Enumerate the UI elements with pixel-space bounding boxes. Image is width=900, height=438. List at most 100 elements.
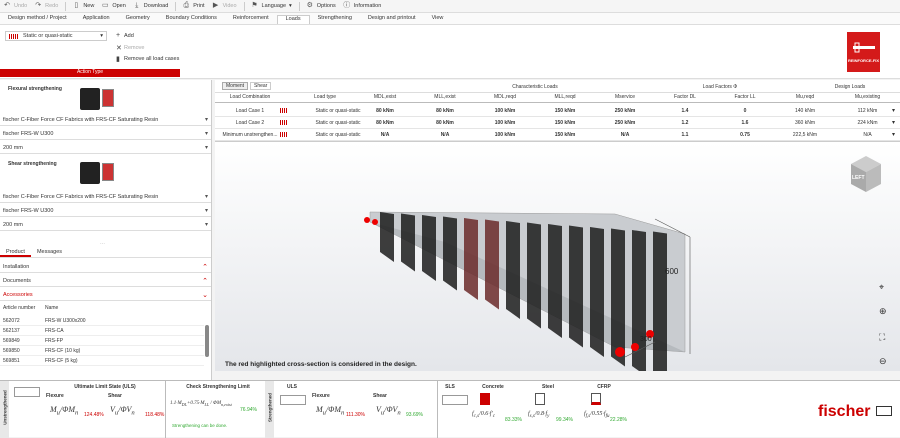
cell-combo: Load Case 1 <box>235 108 265 114</box>
table-row[interactable]: 562072 FRS-W U300x200 <box>0 316 204 326</box>
cfrp-wrap <box>527 222 541 329</box>
chevron-down-icon: ▾ <box>204 208 208 214</box>
tab-design-printout[interactable]: Design and printout <box>360 15 424 24</box>
accessories-section[interactable]: Accessories ⌄ <box>0 289 211 301</box>
fischer-logo: fischer <box>818 403 871 420</box>
gear-icon: ⚙ <box>306 2 313 9</box>
chevron-down-icon: ▾ <box>289 3 292 9</box>
left-panel: Flexural strengthening fischer C-Fiber F… <box>0 80 212 380</box>
table-row[interactable]: 569849 FRS-FP <box>0 336 204 346</box>
tab-design-method[interactable]: Design method / Project <box>0 15 75 24</box>
cell-mue: 112 kNm <box>857 108 878 114</box>
information-button[interactable]: ⓘ Information <box>343 2 381 10</box>
remove-button[interactable]: ✕ Remove <box>116 43 144 52</box>
col-article-header: Article number <box>3 305 36 311</box>
steel-section-icon <box>535 393 545 405</box>
cfrp-wrap <box>422 215 436 281</box>
flexure-label-s: Flexure <box>312 393 330 399</box>
tab-product[interactable]: Product <box>0 246 31 257</box>
open-button[interactable]: ▭ Open <box>101 2 126 10</box>
shear-formula: Vu/ΦVn <box>110 405 135 417</box>
tab-boundary-conditions[interactable]: Boundary Conditions <box>158 15 225 24</box>
u-shear-pct: 118.48% <box>145 412 165 418</box>
chevron-down-icon: ▾ <box>892 120 896 126</box>
trash-icon: ▮ <box>116 55 120 63</box>
tab-application[interactable]: Application <box>75 15 118 24</box>
options-button[interactable]: ⚙ Options <box>306 2 336 10</box>
table-row[interactable]: 569850 FRS-CF (10 kg) <box>0 346 204 356</box>
cell-mur: 360 kNm <box>794 120 815 126</box>
table-row[interactable]: Load Case 2 Static or quasi-static 80 kNm 8… <box>215 117 900 129</box>
strengthened-strip: Strengthened <box>265 381 274 438</box>
cell-mdle: 80 kNm <box>376 120 394 126</box>
cfrp-wrap <box>464 218 478 300</box>
info-icon: ⓘ <box>343 2 351 9</box>
steel-pct: 99.34% <box>556 417 573 423</box>
tab-geometry[interactable]: Geometry <box>118 15 158 24</box>
cell-type: Static or quasi-static <box>315 132 361 138</box>
view-cube[interactable]: LEFT <box>847 152 885 196</box>
folder-icon: ▭ <box>102 2 109 9</box>
zoom-in-icon[interactable]: ⊕ <box>879 306 887 317</box>
remove-all-button[interactable]: ▮ Remove all load cases <box>116 54 179 63</box>
tab-loads[interactable]: Loads <box>276 15 310 24</box>
tab-view[interactable]: View <box>424 15 452 24</box>
flexural-type-select[interactable]: fischer FRS-W U300 ▾ <box>0 128 211 140</box>
cell-fdl: 1.1 <box>681 132 689 138</box>
language-button[interactable]: ⚑ Language ▾ <box>251 2 292 10</box>
3d-viewer[interactable]: 600 300 LEFT ⌖ ⊕ ⛶ ⊖ The red highlighted… <box>215 142 900 371</box>
fit-view-icon[interactable]: ⌖ <box>879 282 884 293</box>
table-row[interactable]: Minimum unstrengthen... Static or quasi-s… <box>215 129 900 141</box>
fullscreen-icon[interactable]: ⛶ <box>879 332 885 343</box>
shear-width-select[interactable]: 200 mm ▾ <box>0 219 211 231</box>
check-formula: 1.1·MDL+0.75·MLL / ΦMn,exist <box>170 401 232 407</box>
tab-messages[interactable]: Messages <box>31 246 68 257</box>
cfrp-wrap <box>401 213 415 272</box>
chevron-down-icon: ▾ <box>204 222 208 228</box>
add-button[interactable]: + Add <box>116 31 134 40</box>
table-row[interactable]: 562137 FRS-CA <box>0 326 204 336</box>
tab-strengthening[interactable]: Strengthening <box>310 15 360 24</box>
installation-section[interactable]: Installation ⌃ <box>0 261 211 273</box>
zoom-out-icon[interactable]: ⊖ <box>879 356 887 367</box>
tab-shear-loads[interactable]: Shear <box>250 82 272 90</box>
shear-formula-s: Vu/ΦVn <box>376 405 401 417</box>
new-button[interactable]: ▯ New <box>72 2 94 10</box>
fabric-roll-image <box>80 88 100 110</box>
table-row[interactable]: 569851 FRS-CF (5 kg) <box>0 356 204 366</box>
view-cube-icon <box>851 156 881 192</box>
tab-reinforcement[interactable]: Reinforcement <box>225 15 277 24</box>
shear-product-select[interactable]: fischer C-Fiber Force CF Fabrics with FR… <box>0 191 211 203</box>
close-icon: ✕ <box>116 44 122 52</box>
shear-title: Shear strengthening <box>8 161 57 167</box>
cell-ms: 250 kNm <box>614 120 636 126</box>
documents-section[interactable]: Documents ⌃ <box>0 275 211 287</box>
shear-type-select[interactable]: fischer FRS-W U300 ▾ <box>0 205 211 217</box>
cell-fdl: 1.2 <box>681 120 689 126</box>
download-button[interactable]: ⤓ Download <box>133 2 168 10</box>
action-type-select[interactable]: Static or quasi-static ▾ <box>5 31 107 41</box>
design-note: The red highlighted cross-section is con… <box>225 361 417 368</box>
table-row[interactable]: Load Case 1 Static or quasi-static 80 kNm 8… <box>215 105 900 117</box>
tab-moment[interactable]: Moment <box>222 82 249 90</box>
col-mdl-reqd: MDL,reqd <box>494 94 516 100</box>
flexural-product-select[interactable]: fischer C-Fiber Force CF Fabrics with FR… <box>0 114 211 126</box>
print-button[interactable]: ⎙ Print <box>182 2 204 10</box>
load-factors-header: Load Factors Φ <box>702 84 738 90</box>
separator <box>65 1 67 11</box>
results-panel: Unstrengthened Ultimate Limit State (ULS… <box>0 380 900 438</box>
col-mu-reqd: Mu,reqd <box>795 94 815 100</box>
cfrp-wrap <box>548 224 562 338</box>
separator <box>175 1 177 11</box>
undo-icon: ↶ <box>4 2 10 9</box>
video-button[interactable]: ▶ Video <box>212 2 237 10</box>
redo-button[interactable]: ↷ Redo <box>34 2 58 10</box>
undo-button[interactable]: ↶ Undo <box>3 2 27 10</box>
scrollbar[interactable] <box>205 325 209 357</box>
flexure-formula-s: Mu/ΦMn <box>316 405 345 417</box>
flexural-width-select[interactable]: 200 mm ▾ <box>0 142 211 154</box>
check-limit-header: Check Strengthening Limit <box>186 384 250 390</box>
cell-fll: 0 <box>743 108 747 114</box>
resin-can-image <box>102 163 114 181</box>
cell-mdle: 80 kNm <box>376 108 394 114</box>
